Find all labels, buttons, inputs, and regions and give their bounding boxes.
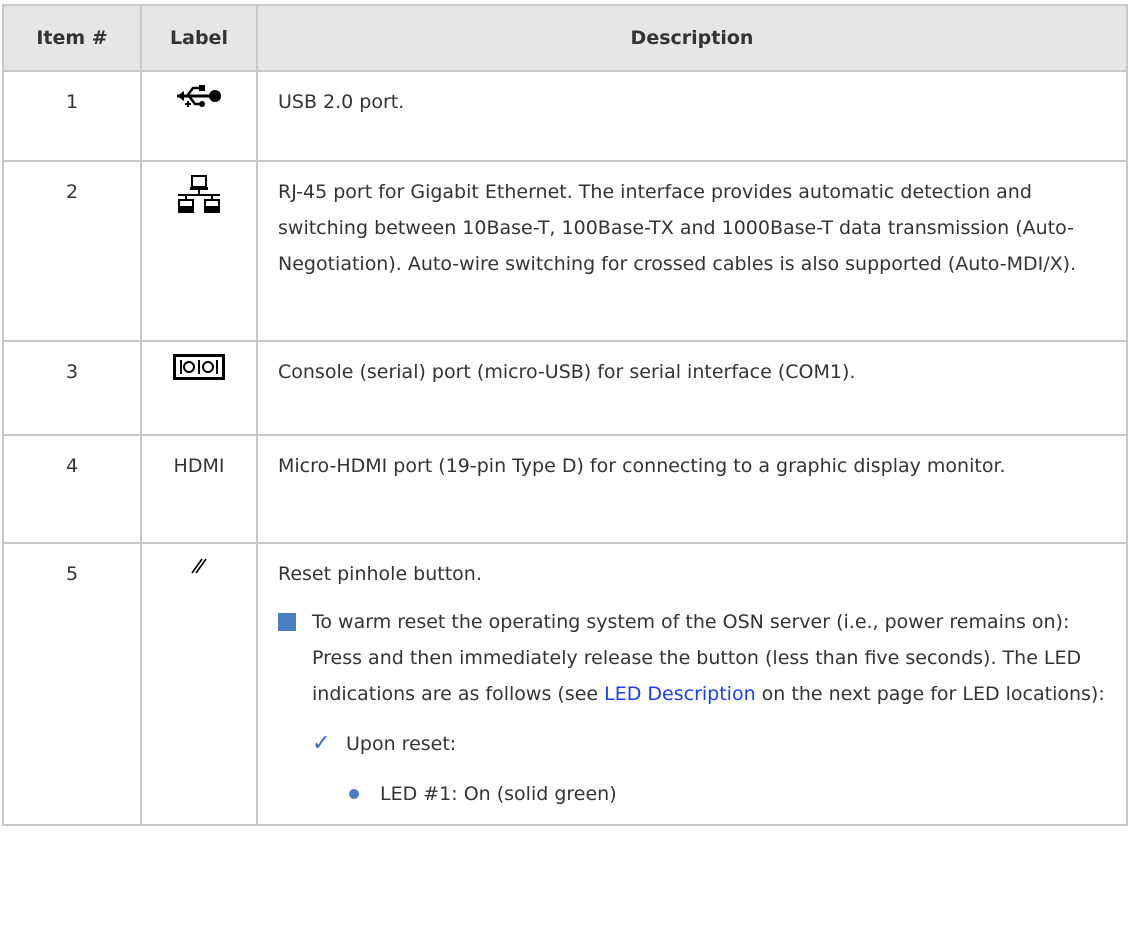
description-text: Console (serial) port (micro-USB) for se… [278,361,856,383]
description-text: USB 2.0 port. [278,91,405,113]
item-number: 2 [2,160,142,342]
square-bullet-icon [278,613,296,631]
description-cell: USB 2.0 port. [256,70,1128,162]
serial-port-icon [173,354,225,380]
check-text: Upon reset: [346,733,457,755]
item-number: 5 [2,542,142,826]
item-number: 3 [2,340,142,436]
table-header-row: Item # Label Description [2,4,1128,72]
description-cell: RJ-45 port for Gigabit Ethernet. The int… [256,160,1128,342]
label-cell [140,542,258,826]
usb-icon [177,85,221,107]
check-icon: ✓ [312,731,331,756]
bullet-item: To warm reset the operating system of th… [278,604,1110,812]
label-cell [140,70,258,162]
table-row: 2 RJ-45 port for Gigabit Ethernet. The i… [2,160,1128,342]
reset-pinhole-icon [191,558,207,574]
dot-item: LED #1: On (solid green) [346,776,617,812]
description-text: Micro-HDMI port (19-pin Type D) for conn… [278,455,1006,477]
table-row: 5 Reset pinhole button. To warm reset th… [2,542,1128,826]
description-cell: Reset pinhole button. To warm reset the … [256,542,1128,826]
led-description-link[interactable]: LED Description [604,683,755,705]
item-number: 1 [2,70,142,162]
description-cell: Console (serial) port (micro-USB) for se… [256,340,1128,436]
check-item: ✓ Upon reset: LED #1: On (solid green) [312,726,1110,812]
description-text: Reset pinhole button. [278,563,482,585]
label-cell [140,160,258,342]
description-cell: Micro-HDMI port (19-pin Type D) for conn… [256,434,1128,544]
table-row: 1 USB 2.0 port. [2,70,1128,162]
network-icon [178,175,220,213]
header-label: Label [140,4,258,72]
bullet-text: To warm reset the operating system of th… [312,604,1110,812]
header-item: Item # [2,4,142,72]
bullet-text-after: on the next page for LED locations): [755,683,1105,705]
ports-table-container: Item # Label Description 1 USB 2.0 port.… [2,4,1128,826]
table-row: 4 HDMI Micro-HDMI port (19-pin Type D) f… [2,434,1128,544]
item-number: 4 [2,434,142,544]
header-description: Description [256,4,1128,72]
label-cell [140,340,258,436]
ports-table: Item # Label Description 1 USB 2.0 port.… [2,4,1128,826]
label-text: HDMI [140,434,258,544]
dot-text: LED #1: On (solid green) [380,783,617,805]
dot-bullet-icon [349,789,359,799]
table-row: 3 Console (serial) port (micro-USB) for … [2,340,1128,436]
description-text: RJ-45 port for Gigabit Ethernet. The int… [278,181,1077,275]
